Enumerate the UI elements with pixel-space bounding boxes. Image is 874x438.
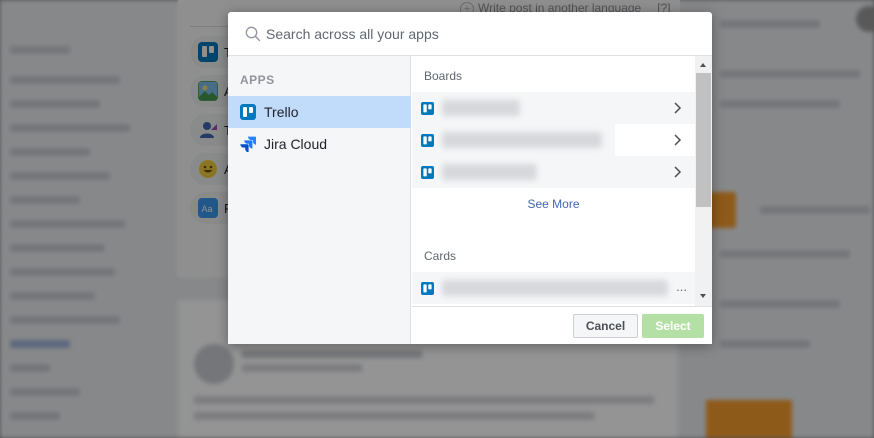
app-item-jira-cloud[interactable]: Jira Cloud [228, 128, 411, 160]
cancel-button[interactable]: Cancel [573, 314, 638, 338]
board-name-redacted [442, 132, 602, 148]
select-button[interactable]: Select [642, 314, 704, 338]
scrollbar-thumb[interactable] [696, 73, 711, 207]
app-item-label: Jira Cloud [264, 136, 328, 152]
chevron-right-icon [673, 100, 683, 116]
scroll-down-arrow-icon[interactable] [700, 294, 706, 298]
search-bar [228, 12, 712, 56]
scroll-up-arrow-icon[interactable] [700, 63, 706, 67]
text-format-icon: Aa [198, 198, 218, 218]
board-result-row[interactable] [412, 156, 695, 188]
app-item-trello[interactable]: Trello [228, 96, 411, 128]
trello-icon [421, 134, 434, 147]
dialog-footer: Cancel Select [412, 306, 712, 344]
trello-icon [198, 42, 218, 62]
apps-heading: APPS [240, 73, 275, 87]
trello-icon [421, 102, 434, 115]
svg-text:Aa: Aa [202, 204, 213, 214]
card-name-redacted [442, 280, 668, 296]
cards-section-title: Cards [424, 249, 457, 263]
app-search-dialog: APPS Trello Jira Cloud Boards [228, 12, 712, 344]
trello-icon [421, 166, 434, 179]
app-item-label: Trello [264, 104, 299, 120]
chevron-right-icon [673, 132, 683, 148]
board-name-redacted [442, 100, 520, 116]
see-more-link[interactable]: See More [412, 197, 695, 211]
trello-icon [240, 104, 256, 120]
boards-section-title: Boards [424, 69, 463, 83]
results-pane: Boards See More Cards ... [412, 56, 695, 306]
card-result-row[interactable]: ... [412, 272, 695, 304]
card-ellipsis: ... [676, 279, 687, 294]
apps-pane: APPS Trello Jira Cloud [228, 56, 411, 344]
smiley-icon [198, 159, 218, 179]
photo-icon [198, 81, 218, 101]
board-result-row[interactable] [412, 92, 695, 124]
board-result-row[interactable] [412, 124, 695, 156]
search-input[interactable] [266, 22, 696, 46]
chevron-right-icon [673, 164, 683, 180]
search-icon [245, 26, 261, 42]
jira-icon [240, 136, 257, 153]
tag-people-icon [198, 120, 218, 140]
board-name-redacted [442, 164, 537, 180]
trello-icon [421, 282, 434, 295]
results-scrollbar[interactable] [695, 56, 712, 306]
